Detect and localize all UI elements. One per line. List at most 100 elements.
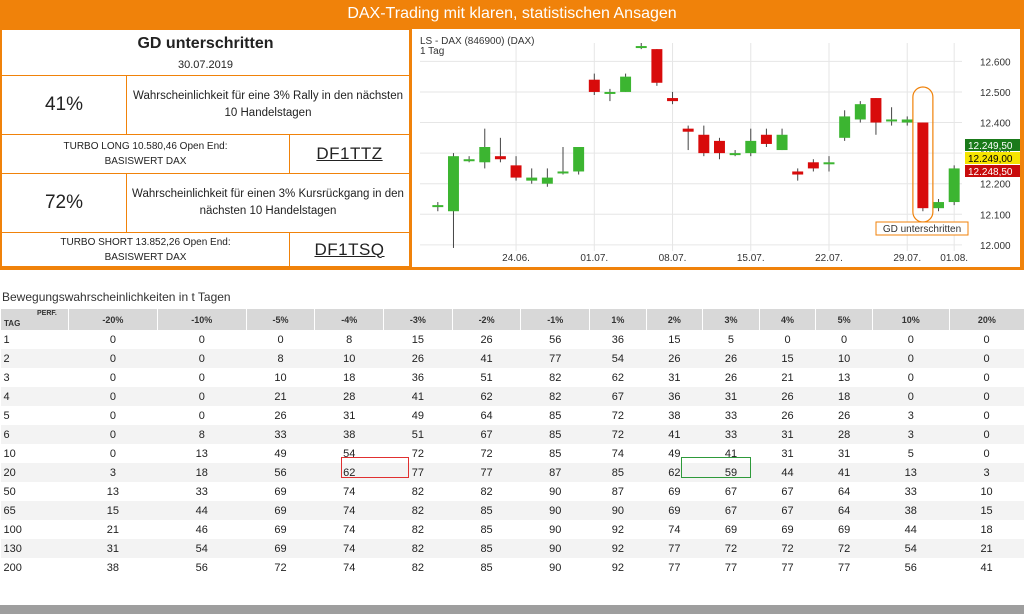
table-cell: 10 [980,485,993,498]
bottom-scrollbar[interactable] [0,605,1024,614]
table-cell: 82 [411,485,425,498]
candle-body [667,98,679,102]
table-cell: 10 [274,371,287,384]
short-code-box: DF1TSQ [289,232,410,267]
x-tick-label: 01.07. [580,253,608,264]
table-cell: 92 [611,561,624,574]
table-cell: 69 [274,485,287,498]
table-cell: 21 [106,523,120,536]
table-cell: 28 [815,425,873,444]
row-tag-cell: 50 [3,485,16,498]
table-cell: 3 [949,463,1024,482]
candle-body [432,205,444,208]
table-cell: 87 [611,485,624,498]
chart-interval: 1 Tag [420,46,444,57]
table-row: 6 0 8 33 38 51 67 85 72 41 33 31 28 3 0 [0,425,1024,444]
table-cell: 90 [520,539,590,558]
candle-body [573,147,585,172]
table-row: 130 31 54 69 74 82 85 90 92 77 72 72 72 54 21 [0,539,1024,558]
table-cell: 21 [781,371,794,384]
column-header: 20% [948,309,1024,330]
table-cell: 82 [549,371,562,384]
candle-body [541,177,553,184]
row-tag-cell: 130 [0,539,69,558]
table-cell: 77 [520,349,590,368]
short-description-box: Wahrscheinlichkeit für einen 3% Kursrück… [126,173,410,233]
table-cell: 0 [68,425,158,444]
table-cell: 49 [274,447,287,460]
table-cell: 69 [246,539,315,558]
table-cell: 85 [480,561,493,574]
table-cell: 56 [246,463,315,482]
table-cell: 62 [611,371,624,384]
table-cell: 0 [949,425,1024,444]
table-cell: 0 [907,371,914,384]
table-cell: 87 [520,463,590,482]
candle-body [792,171,804,175]
table-cell: 0 [907,333,914,346]
table-cell: 0 [949,349,1024,368]
table-cell: 41 [815,463,873,482]
table-row: 2 0 0 8 10 26 41 77 54 26 26 15 10 0 0 [0,349,1024,368]
table-cell: 67 [589,387,647,406]
table-cell: 64 [815,501,873,520]
signal-title: GD unterschritten [137,34,274,52]
table-cell: 69 [274,523,287,536]
price-chart: LS - DAX (846900) (DAX) 1 Tag 12.600 12.5… [412,29,1020,267]
table-cell: 72 [274,561,287,574]
table-cell: 0 [784,333,791,346]
candle-body [807,162,819,169]
table-cell: 33 [195,485,208,498]
long-code-link[interactable]: DF1TTZ [316,144,382,164]
table-cell: 13 [872,463,950,482]
column-header: 4% [758,309,816,330]
table-cell: 8 [157,425,247,444]
table-cell: 72 [702,539,760,558]
y-tick-label: 12.500 [980,88,1011,99]
table-cell: 33 [246,425,315,444]
table-cell: 38 [872,501,950,520]
table-cell: 0 [983,371,990,384]
table-cell: 67 [781,485,794,498]
table-cell: 82 [411,561,425,574]
table-cell: 0 [949,387,1024,406]
column-header: -5% [245,309,315,330]
table-cell: 26 [724,371,738,384]
candle-body [463,159,475,162]
table-cell: 67 [452,425,521,444]
table-cell: 85 [549,447,562,460]
table-cell: 74 [343,561,356,574]
column-header: 10% [871,309,950,330]
column-header: 1% [589,309,647,330]
table-cell: 0 [157,349,247,368]
table-cell: 0 [198,409,205,422]
table-cell: 0 [68,387,158,406]
table-cell: 15 [68,501,158,520]
candle-body [886,119,898,122]
table-cell: 41 [980,561,993,574]
table-cell: 33 [724,409,738,422]
table-cell: 72 [589,425,647,444]
table-cell: 92 [589,539,647,558]
short-code-link[interactable]: DF1TSQ [314,240,384,260]
highlight-short-cell [341,457,409,478]
short-product: TURBO SHORT 13.852,26 Open End: BASISWER… [1,232,290,267]
table-cell: 13 [195,447,208,460]
table-cell: 3 [872,425,950,444]
table-cell: 0 [983,409,990,422]
row-tag-cell: 6 [0,425,69,444]
candle-body [620,76,632,92]
table-cell: 51 [480,371,493,384]
candle-body [729,153,741,156]
table-cell: 77 [668,561,681,574]
table-cell: 33 [904,485,917,498]
x-tick-label: 01.08. [940,253,968,264]
table-cell: 18 [980,523,993,536]
table-cell: 46 [195,523,208,536]
candle-body [682,128,694,132]
table-cell: 69 [837,523,851,536]
candle-body [494,156,506,160]
table-cell: 0 [983,333,990,346]
table-cell: 82 [383,539,453,558]
candle-body [776,134,788,151]
